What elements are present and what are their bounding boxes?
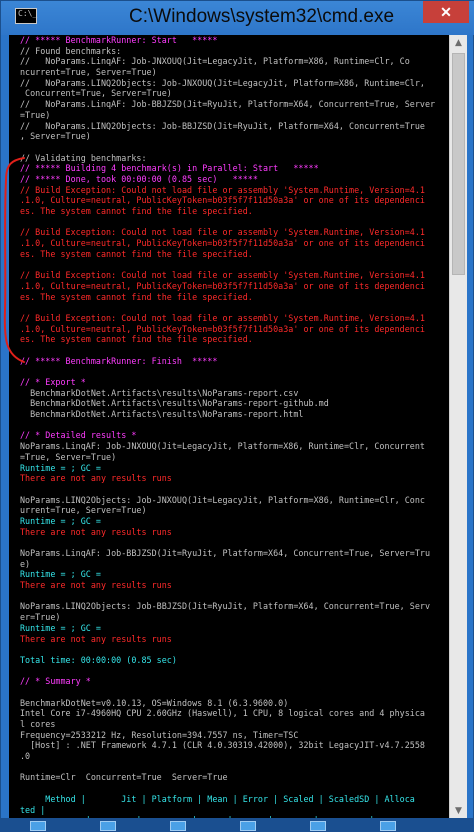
console-line: // Validating benchmarks: <box>20 152 147 163</box>
console-line: // Build Exception: Could not load file … <box>20 270 425 281</box>
console-line: // Build Exception: Could not load file … <box>20 312 425 323</box>
red-bracket-annotation <box>3 157 25 363</box>
taskbar-item[interactable] <box>30 821 46 831</box>
console-line: NoParams.LINQ2Objects: Job-JNXOUQ(Jit=Le… <box>20 494 425 505</box>
console-line: NoParams.LINQ2Objects: Job-BBJZSD(Jit=Ry… <box>20 601 431 612</box>
console-line: // * Detailed results * <box>20 430 137 441</box>
taskbar-item[interactable] <box>380 821 396 831</box>
console-line: Runtime = ; GC = <box>20 569 107 580</box>
console-line: // ***** Building 4 benchmark(s) in Para… <box>20 163 319 174</box>
console-output[interactable]: // ***** BenchmarkRunner: Start *****// … <box>9 35 449 819</box>
console-line: l cores <box>20 719 56 729</box>
console-line: [Host] : .NET Framework 4.7.1 (CLR 4.0.3… <box>20 740 425 751</box>
console-line: Concurrent=True, Server=True) <box>20 88 172 99</box>
console-line: e) <box>20 558 31 569</box>
console-line: Runtime=Clr Concurrent=True Server=True <box>20 772 228 783</box>
console-line: // NoParams.LINQ2Objects: Job-JNXOUQ(Jit… <box>20 77 425 88</box>
console-line: .1.0, Culture=neutral, PublicKeyToken=b0… <box>20 195 425 206</box>
app-icon-label: C:\_ <box>18 9 38 18</box>
console-line: Runtime = ; GC = <box>20 515 107 526</box>
vertical-scrollbar[interactable]: ▲ ▼ <box>449 35 467 819</box>
console-line: BenchmarkDotNet.Artifacts\results\NoPara… <box>20 398 329 409</box>
taskbar-item[interactable] <box>170 821 186 831</box>
console-line: Frequency=2533212 Hz, Resolution=394.755… <box>20 729 299 740</box>
window-title: C:\Windows\system32\cmd.exe <box>129 6 395 27</box>
taskbar-item[interactable] <box>100 821 116 831</box>
console-line: .1.0, Culture=neutral, PublicKeyToken=b0… <box>20 280 425 291</box>
console-line: // NoParams.LINQ2Objects: Job-BBJZSD(Jit… <box>20 120 425 131</box>
console-line: BenchmarkDotNet.Artifacts\results\NoPara… <box>20 409 304 420</box>
console-line: ted | <box>20 804 46 815</box>
console-line: BenchmarkDotNet.Artifacts\results\NoPara… <box>20 387 299 398</box>
console-line: // ***** Done, took 00:00:00 (0.85 sec) … <box>20 173 258 184</box>
console-line: Total time: 00:00:00 (0.85 sec) <box>20 654 177 665</box>
console-line: es. The system cannot find the file spec… <box>20 291 253 302</box>
scroll-thumb[interactable] <box>452 53 465 275</box>
console-line: es. The system cannot find the file spec… <box>20 248 253 259</box>
console-line: There are not any results runs <box>20 473 172 484</box>
console-line: There are not any results runs <box>20 633 172 644</box>
console-line: Method | Jit | Platform | Mean | Error |… <box>20 793 415 804</box>
taskbar-item[interactable] <box>310 821 326 831</box>
console-line: ncurrent=True, Server=True) <box>20 67 157 78</box>
console-line: // NoParams.LinqAF: Job-BBJZSD(Jit=RyuJi… <box>20 99 436 110</box>
console-line: BenchmarkDotNet=v0.10.13, OS=Windows 8.1… <box>20 697 289 708</box>
console-line: es. The system cannot find the file spec… <box>20 206 253 216</box>
console-line: NoParams.LinqAF: Job-BBJZSD(Jit=RyuJit, … <box>20 548 431 558</box>
console-line: // NoParams.LinqAF: Job-JNXOUQ(Jit=Legac… <box>20 56 410 67</box>
console-line: , Server=True) <box>20 131 91 142</box>
console-line: es. The system cannot find the file spec… <box>20 334 253 345</box>
cmd-window: C:\_ C:\Windows\system32\cmd.exe ✕ // **… <box>0 0 474 820</box>
console-line: .1.0, Culture=neutral, PublicKeyToken=b0… <box>20 323 425 334</box>
console-line: There are not any results runs <box>20 526 172 537</box>
console-line: =True, Server=True) <box>20 451 117 462</box>
console-line: Runtime = ; GC = <box>20 462 107 473</box>
taskbar-item[interactable] <box>240 821 256 831</box>
close-button[interactable]: ✕ <box>423 1 469 23</box>
scroll-up-arrow-icon[interactable]: ▲ <box>450 35 467 51</box>
taskbar <box>0 818 474 832</box>
scroll-down-arrow-icon[interactable]: ▼ <box>450 803 467 819</box>
console-line: NoParams.LinqAF: Job-JNXOUQ(Jit=LegacyJi… <box>20 441 425 452</box>
console-line: There are not any results runs <box>20 580 172 591</box>
console-line: Runtime = ; GC = <box>20 622 107 633</box>
console-line: // Build Exception: Could not load file … <box>20 184 425 195</box>
console-line: urrent=True, Server=True) <box>20 505 147 516</box>
console-line: // Found benchmarks: <box>20 45 122 56</box>
console-line: .0 <box>20 751 31 762</box>
title-bar[interactable]: C:\_ C:\Windows\system32\cmd.exe ✕ <box>1 1 474 35</box>
cmd-app-icon[interactable]: C:\_ <box>15 8 37 24</box>
console-text: // ***** BenchmarkRunner: Start *****// … <box>9 35 449 819</box>
console-line: =True) <box>20 109 51 120</box>
console-line: er=True) <box>20 612 61 623</box>
console-line: Intel Core i7-4960HQ CPU 2.60GHz (Haswel… <box>20 708 425 719</box>
console-line: // * Export * <box>20 377 86 387</box>
console-line: // ***** BenchmarkRunner: Start ***** <box>20 35 218 45</box>
console-line: // Build Exception: Could not load file … <box>20 227 425 238</box>
console-line: // * Summary * <box>20 676 91 687</box>
console-line: .1.0, Culture=neutral, PublicKeyToken=b0… <box>20 238 425 249</box>
console-line: // ***** BenchmarkRunner: Finish ***** <box>20 355 218 366</box>
